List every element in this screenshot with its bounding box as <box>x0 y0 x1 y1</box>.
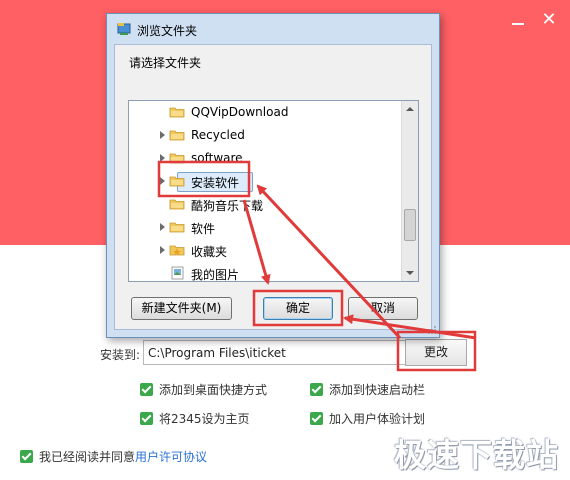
checkbox-checked-icon[interactable] <box>310 383 323 396</box>
dialog-body: 请选择文件夹 QQVipDownload Recycled software 安… <box>114 44 432 330</box>
checkbox-checked-icon[interactable] <box>20 450 33 463</box>
checkbox-checked-icon[interactable] <box>140 383 153 396</box>
minimize-icon <box>512 23 524 25</box>
pictures-folder-icon <box>171 266 184 280</box>
tree-item-label: 安装软件 <box>191 176 240 190</box>
option-quicklaunch[interactable]: 添加到快速启动栏 <box>310 381 425 398</box>
watermark-logo: 极速下载站 <box>394 436 560 474</box>
folder-icon <box>169 153 185 164</box>
folder-tree[interactable]: QQVipDownload Recycled software 安装软件 酷狗音… <box>128 100 419 282</box>
expand-arrow-icon[interactable] <box>157 239 167 261</box>
option-label: 添加到快速启动栏 <box>329 383 426 397</box>
option-desktop-shortcut[interactable]: 添加到桌面快捷方式 <box>140 381 267 398</box>
tree-item-label: QQVipDownload <box>191 105 289 119</box>
change-path-button[interactable]: 更改 <box>405 339 467 366</box>
tree-item-label: 收藏夹 <box>191 245 228 259</box>
tree-item-label: software <box>191 151 243 165</box>
option-label: 加入用户体验计划 <box>329 412 426 426</box>
dialog-titlebar[interactable]: 浏览文件夹 <box>107 14 439 44</box>
agree-text: 我已经阅读并同意 <box>39 450 136 464</box>
folder-icon <box>169 222 185 233</box>
tree-item-label: 我的图片 <box>191 268 240 282</box>
folder-window-icon <box>117 23 131 35</box>
folder-icon <box>169 199 185 210</box>
resize-grip-icon[interactable] <box>427 325 437 335</box>
close-button[interactable]: ✕ <box>537 8 561 32</box>
option-homepage[interactable]: 将2345设为主页 <box>140 410 250 427</box>
install-path-input[interactable] <box>143 340 408 365</box>
expand-arrow-icon[interactable] <box>157 170 167 192</box>
tree-scrollbar[interactable] <box>401 101 418 281</box>
license-agreement[interactable]: 我已经阅读并同意 用户许可协议 <box>20 448 207 465</box>
tree-item-label: 酷狗音乐下载 <box>191 199 264 213</box>
checkbox-checked-icon[interactable] <box>140 412 153 425</box>
install-to-label: 安装到: <box>100 348 141 362</box>
option-experience-plan[interactable]: 加入用户体验计划 <box>310 410 425 427</box>
folder-icon <box>169 107 185 118</box>
dialog-title: 浏览文件夹 <box>137 24 198 38</box>
tree-item[interactable]: 酷狗音乐下载 <box>129 193 401 215</box>
tree-item[interactable]: QQVipDownload <box>129 101 401 123</box>
tree-item[interactable]: 我的图片 <box>129 262 401 282</box>
minimize-button[interactable] <box>506 8 530 32</box>
tree-item[interactable]: 软件 <box>129 216 401 238</box>
tree-item[interactable]: software <box>129 147 401 169</box>
scroll-up-icon[interactable] <box>402 101 418 117</box>
tree-item-label: Recycled <box>191 128 245 142</box>
star-folder-icon <box>169 245 185 256</box>
folder-icon <box>169 176 185 187</box>
option-label: 将2345设为主页 <box>159 412 250 426</box>
license-link[interactable]: 用户许可协议 <box>135 448 207 465</box>
tree-item[interactable]: 收藏夹 <box>129 239 401 261</box>
expand-arrow-icon[interactable] <box>157 124 167 146</box>
option-label: 添加到桌面快捷方式 <box>159 383 268 397</box>
checkbox-checked-icon[interactable] <box>310 412 323 425</box>
tree-item-selected[interactable]: 安装软件 <box>129 170 401 192</box>
cancel-button[interactable]: 取消 <box>348 297 418 320</box>
ok-button[interactable]: 确定 <box>263 297 333 320</box>
new-folder-button[interactable]: 新建文件夹(M) <box>131 297 232 320</box>
expand-arrow-icon[interactable] <box>157 147 167 169</box>
browse-folder-dialog: 浏览文件夹 请选择文件夹 QQVipDownload Recycled soft… <box>106 13 440 338</box>
dialog-prompt: 请选择文件夹 <box>129 56 202 70</box>
scroll-down-icon[interactable] <box>402 265 418 281</box>
scrollbar-thumb[interactable] <box>404 209 416 241</box>
expand-arrow-icon[interactable] <box>157 216 167 238</box>
tree-item[interactable]: Recycled <box>129 124 401 146</box>
close-icon: ✕ <box>541 9 557 30</box>
tree-item-label: 软件 <box>191 222 216 236</box>
folder-icon <box>169 130 185 141</box>
